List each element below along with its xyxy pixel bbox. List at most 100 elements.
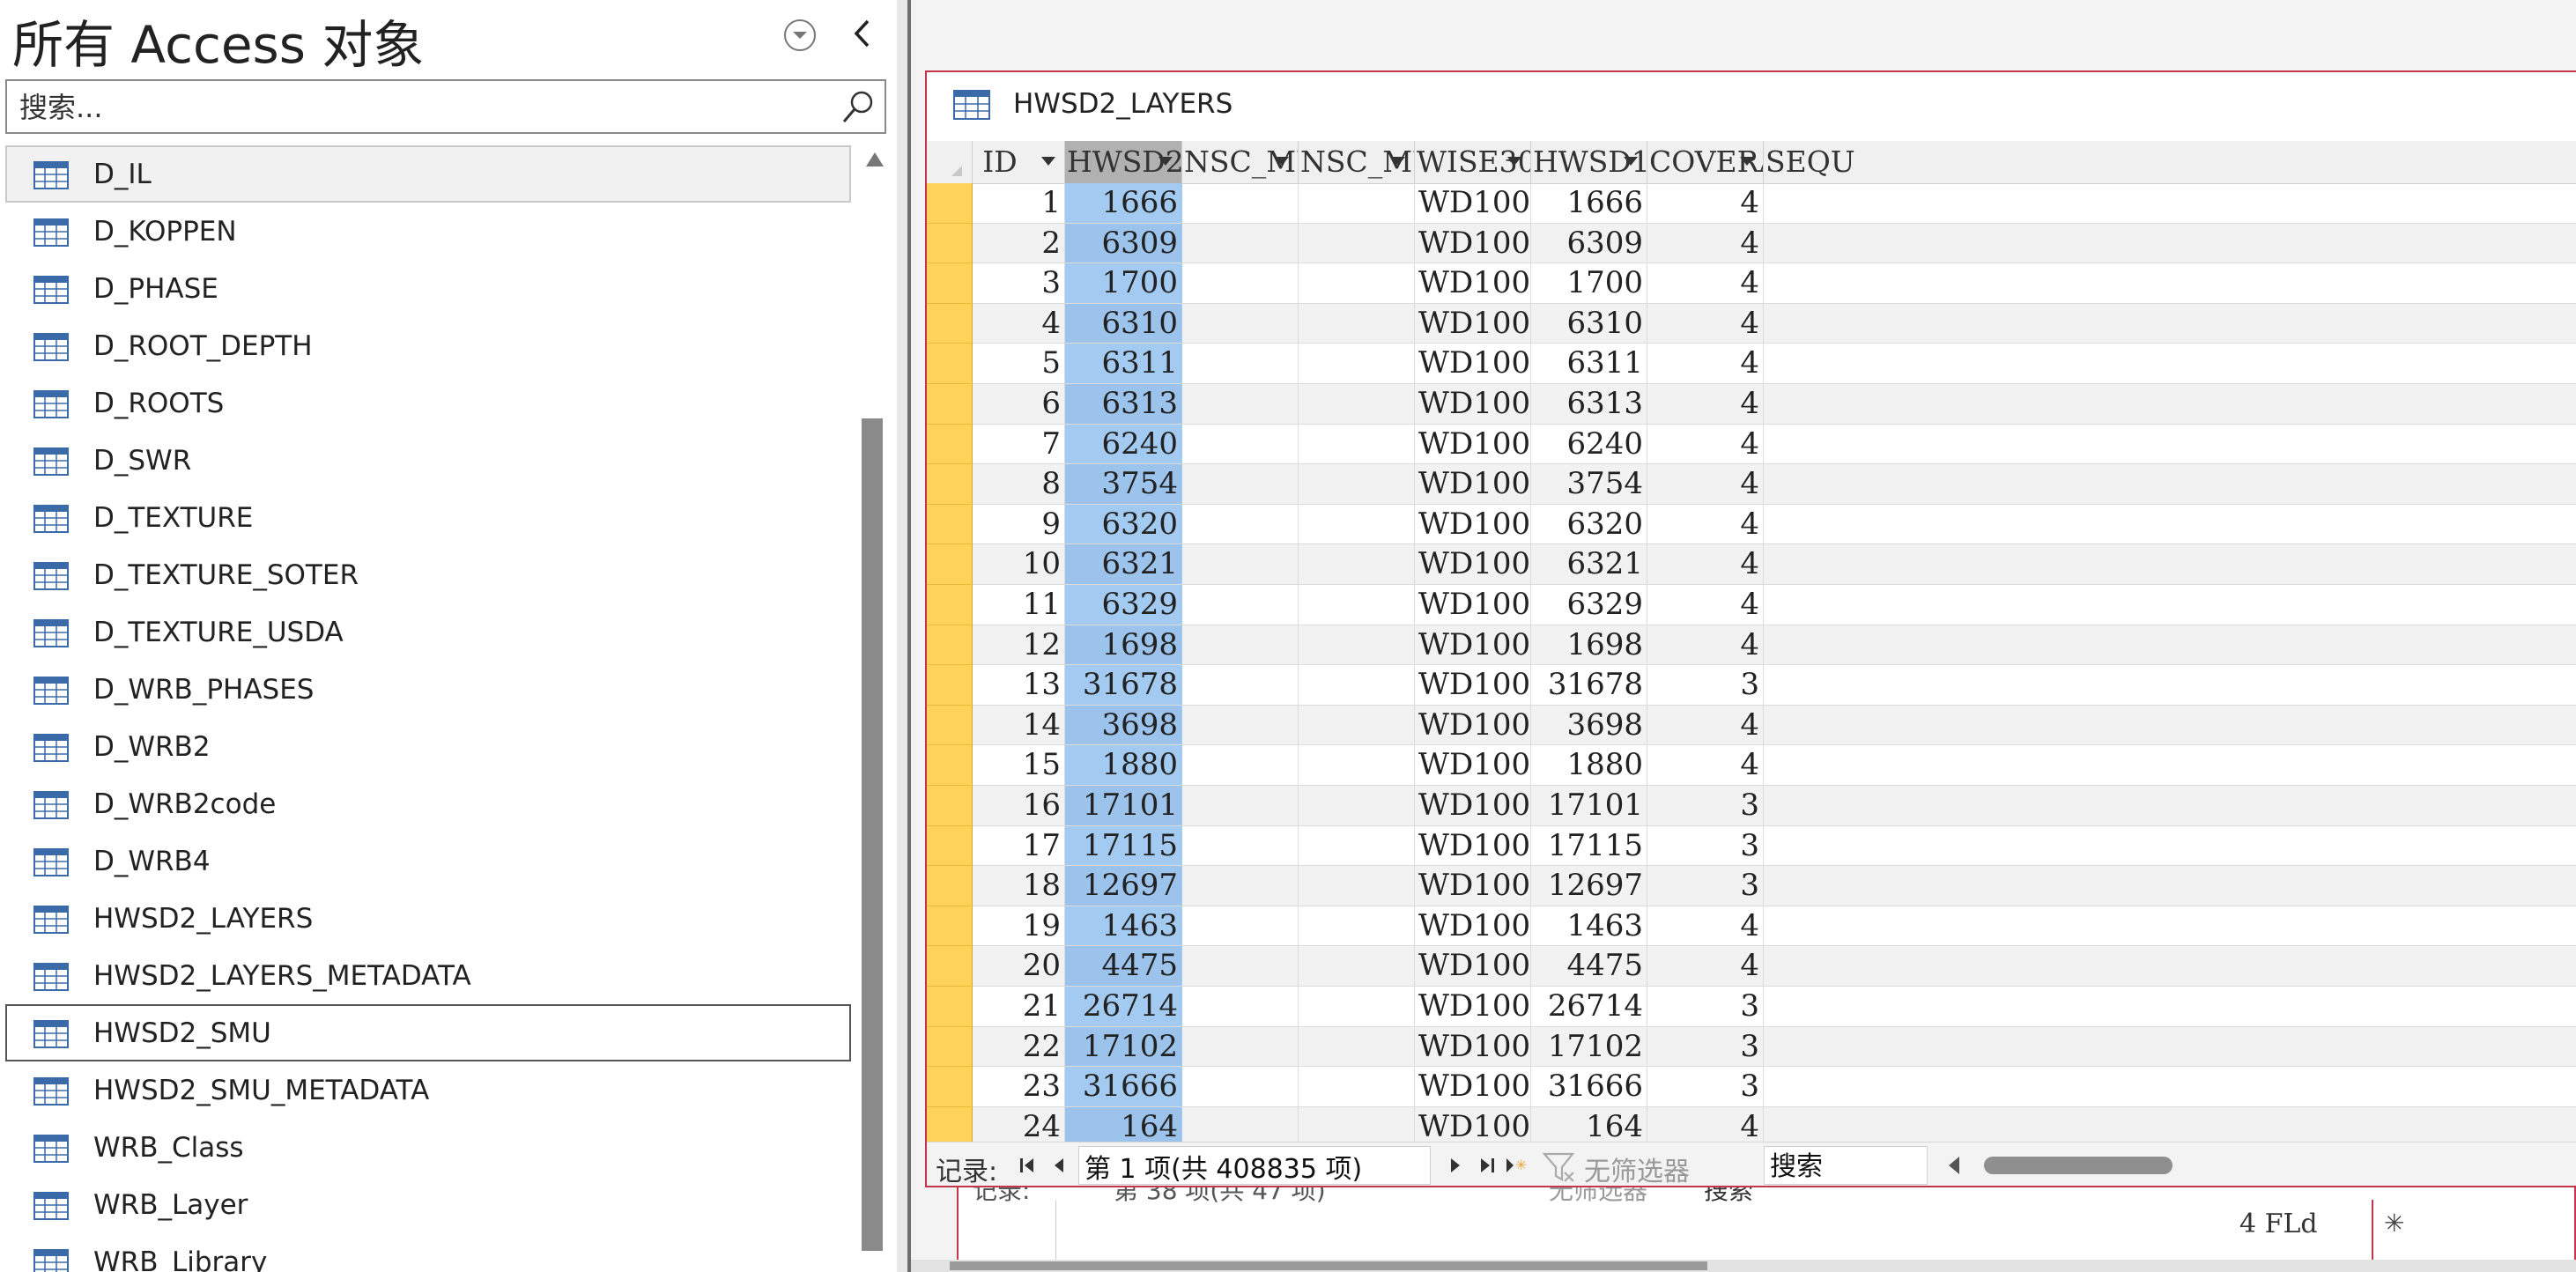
table-cell[interactable]: 3 bbox=[1647, 1026, 1764, 1068]
table-cell[interactable] bbox=[1764, 745, 2576, 786]
table-cell[interactable]: 4 bbox=[1647, 424, 1764, 465]
table-cell[interactable]: WD10006313 bbox=[1415, 384, 1531, 425]
table-cell[interactable] bbox=[1764, 464, 2576, 505]
table-cell[interactable]: 5 bbox=[973, 344, 1065, 384]
record-selector[interactable] bbox=[927, 987, 973, 1027]
table-row[interactable]: 2126714WD10026714267143 bbox=[927, 987, 2576, 1027]
bg-horizontal-scroll-thumb[interactable] bbox=[950, 1261, 1707, 1270]
table-cell[interactable]: WD10001463 bbox=[1415, 906, 1531, 947]
record-selector[interactable] bbox=[927, 344, 973, 384]
table-cell[interactable]: 6321 bbox=[1531, 544, 1647, 585]
table-cell[interactable]: 17102 bbox=[1531, 1026, 1647, 1068]
table-cell[interactable] bbox=[1182, 866, 1299, 906]
table-cell[interactable]: 7 bbox=[973, 424, 1065, 465]
record-selector[interactable] bbox=[927, 464, 973, 505]
table-cell[interactable]: 20 bbox=[973, 946, 1065, 987]
options-menu-icon[interactable] bbox=[784, 19, 816, 51]
table-cell[interactable]: 12697 bbox=[1065, 866, 1182, 906]
table-cell[interactable]: 14 bbox=[973, 705, 1065, 746]
table-cell[interactable] bbox=[1299, 344, 1415, 384]
column-dropdown-arrow-icon[interactable] bbox=[1507, 157, 1521, 166]
table-row[interactable]: 151880WD1000188018804 bbox=[927, 745, 2576, 786]
table-cell[interactable]: 3 bbox=[1647, 665, 1764, 706]
table-cell[interactable] bbox=[1764, 987, 2576, 1027]
table-cell[interactable] bbox=[1299, 825, 1415, 867]
table-cell[interactable]: 4 bbox=[1647, 745, 1764, 786]
table-cell[interactable] bbox=[1299, 1026, 1415, 1068]
record-search-input[interactable] bbox=[1768, 1149, 1927, 1184]
table-cell[interactable]: 6329 bbox=[1065, 585, 1182, 625]
table-row[interactable]: 31700WD1000170017004 bbox=[927, 263, 2576, 304]
table-cell[interactable]: 8 bbox=[973, 464, 1065, 505]
table-row[interactable]: 76240WD1000624062404 bbox=[927, 424, 2576, 465]
record-selector[interactable] bbox=[927, 786, 973, 826]
record-selector[interactable] bbox=[927, 303, 973, 344]
table-row[interactable]: 106321WD1000632163214 bbox=[927, 544, 2576, 585]
table-cell[interactable] bbox=[1299, 866, 1415, 906]
table-cell[interactable]: 6320 bbox=[1065, 504, 1182, 545]
table-row[interactable]: 2331666WD10031666316663 bbox=[927, 1067, 2576, 1107]
table-cell[interactable]: WD10003698 bbox=[1415, 705, 1531, 746]
table-cell[interactable]: WD10031678 bbox=[1415, 665, 1531, 706]
nav-item[interactable]: D_TEXTURE_SOTER bbox=[5, 546, 851, 603]
table-cell[interactable] bbox=[1764, 505, 2576, 545]
table-cell[interactable]: 1 bbox=[973, 183, 1065, 224]
table-cell[interactable]: 4475 bbox=[1531, 946, 1647, 987]
nav-item[interactable]: D_TEXTURE bbox=[5, 489, 851, 546]
last-record-icon[interactable] bbox=[1475, 1153, 1499, 1178]
new-record-icon[interactable]: ✳ bbox=[1505, 1153, 1529, 1178]
table-cell[interactable]: 6310 bbox=[1065, 303, 1182, 344]
table-cell[interactable] bbox=[1764, 303, 2576, 344]
table-cell[interactable] bbox=[1182, 745, 1299, 786]
select-all-corner[interactable] bbox=[927, 141, 973, 183]
table-cell[interactable] bbox=[1182, 1067, 1299, 1107]
table-cell[interactable] bbox=[1299, 183, 1415, 224]
table-cell[interactable]: 15 bbox=[973, 745, 1065, 786]
nav-item[interactable]: D_IL bbox=[5, 145, 851, 203]
record-selector[interactable] bbox=[927, 825, 973, 867]
record-search-box[interactable] bbox=[1764, 1146, 1928, 1185]
nav-scrollbar[interactable] bbox=[853, 145, 897, 1272]
table-cell[interactable] bbox=[1182, 263, 1299, 304]
nav-item[interactable]: HWSD2_SMU bbox=[5, 1004, 851, 1061]
table-cell[interactable]: WD10001698 bbox=[1415, 625, 1531, 666]
record-selector[interactable] bbox=[927, 504, 973, 545]
table-cell[interactable]: 31678 bbox=[1531, 665, 1647, 706]
table-cell[interactable]: 9 bbox=[973, 504, 1065, 545]
table-cell[interactable] bbox=[1764, 425, 2576, 465]
table-cell[interactable] bbox=[1764, 705, 2576, 746]
table-cell[interactable]: 10 bbox=[973, 544, 1065, 585]
table-cell[interactable] bbox=[1182, 464, 1299, 505]
nav-item[interactable]: WRB_Class bbox=[5, 1119, 851, 1176]
first-record-icon[interactable] bbox=[1015, 1153, 1040, 1178]
table-cell[interactable]: 1463 bbox=[1065, 906, 1182, 947]
table-cell[interactable] bbox=[1299, 786, 1415, 826]
table-row[interactable]: 143698WD1000369836984 bbox=[927, 705, 2576, 746]
table-cell[interactable] bbox=[1299, 303, 1415, 344]
nav-search-box[interactable] bbox=[5, 79, 886, 134]
table-cell[interactable]: 6321 bbox=[1065, 544, 1182, 585]
table-cell[interactable]: 3 bbox=[1647, 1067, 1764, 1107]
table-row[interactable]: 56311WD1000631163114 bbox=[927, 344, 2576, 384]
table-cell[interactable]: WD10006311 bbox=[1415, 344, 1531, 384]
nav-scroll-thumb[interactable] bbox=[862, 418, 883, 1251]
table-cell[interactable]: 4 bbox=[1647, 464, 1764, 505]
table-cell[interactable] bbox=[1299, 384, 1415, 425]
table-cell[interactable]: 21 bbox=[973, 987, 1065, 1027]
column-dropdown-arrow-icon[interactable] bbox=[1275, 157, 1289, 166]
table-cell[interactable]: 4 bbox=[973, 303, 1065, 344]
table-cell[interactable] bbox=[1182, 906, 1299, 947]
table-window-hwsd2-layers[interactable]: HWSD2_LAYERS IDHWSD2_SMU_NSC_MU_SOUNSC_M… bbox=[925, 70, 2576, 1187]
table-cell[interactable]: 6311 bbox=[1065, 344, 1182, 384]
column-header[interactable]: NSC_MU_SOU bbox=[1182, 141, 1299, 183]
nav-item[interactable]: HWSD2_SMU_METADATA bbox=[5, 1061, 851, 1119]
table-cell[interactable]: 3698 bbox=[1065, 705, 1182, 746]
table-cell[interactable]: 23 bbox=[973, 1067, 1065, 1107]
table-cell[interactable] bbox=[1299, 665, 1415, 706]
table-cell[interactable] bbox=[1299, 223, 1415, 264]
table-cell[interactable] bbox=[1182, 183, 1299, 224]
scroll-up-arrow-icon[interactable] bbox=[865, 151, 885, 168]
table-cell[interactable] bbox=[1299, 424, 1415, 465]
table-row[interactable]: 66313WD1000631363134 bbox=[927, 384, 2576, 425]
table-cell[interactable] bbox=[1299, 625, 1415, 666]
